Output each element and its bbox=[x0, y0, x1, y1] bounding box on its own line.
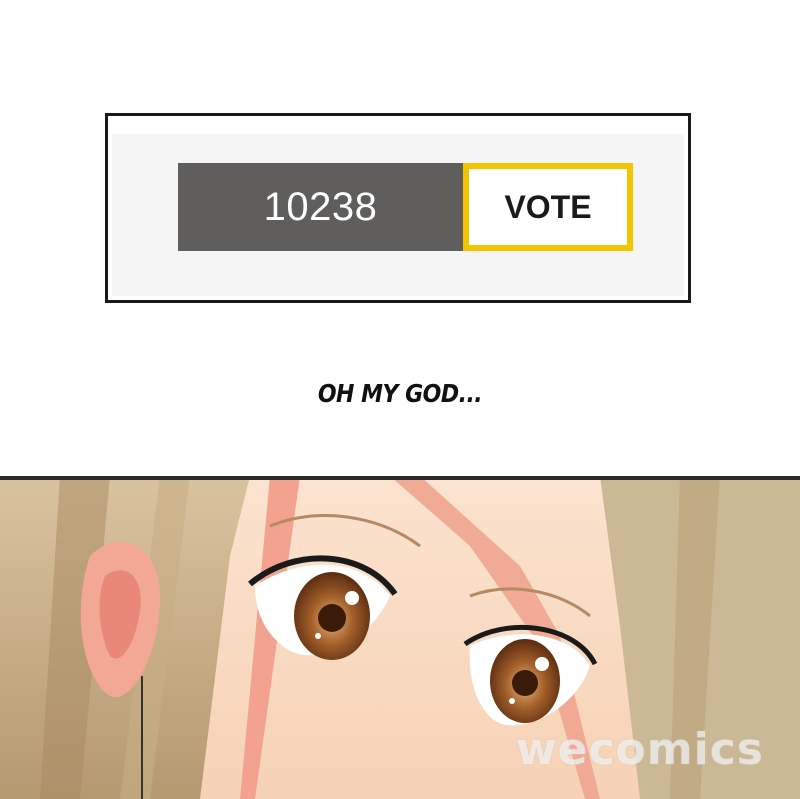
vote-button[interactable]: VOTE bbox=[463, 163, 633, 251]
eye-highlight-left-small bbox=[315, 633, 321, 639]
eye-highlight-right-small bbox=[509, 698, 515, 704]
pupil-left bbox=[318, 604, 346, 632]
comic-illustration-panel: wecomics bbox=[0, 476, 800, 799]
narration-caption: OH MY GOD... bbox=[317, 380, 483, 409]
eye-highlight-right bbox=[535, 657, 549, 671]
vote-count: 10238 bbox=[178, 163, 463, 251]
vote-panel-inner: 10238 VOTE bbox=[112, 134, 684, 296]
panel-border bbox=[0, 476, 800, 480]
watermark-logo: wecomics bbox=[515, 724, 764, 775]
comic-page: 10238 VOTE OH MY GOD... wecomics bbox=[0, 0, 800, 799]
eye-highlight-left bbox=[345, 591, 359, 605]
vote-panel: 10238 VOTE bbox=[105, 113, 691, 303]
pupil-right bbox=[512, 670, 538, 696]
